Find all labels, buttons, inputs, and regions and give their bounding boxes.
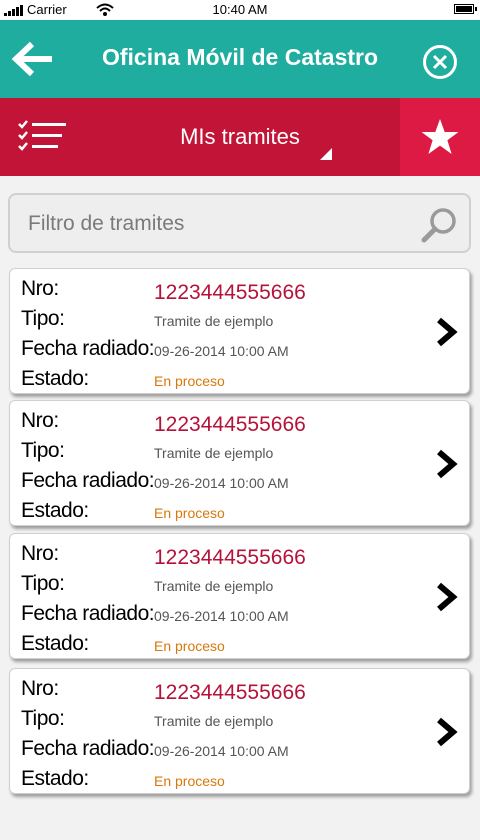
app-header: Oficina Móvil de Catastro (0, 20, 480, 98)
status-time: 10:40 AM (212, 2, 268, 17)
status-bar: Carrier 10:40 AM (0, 0, 480, 20)
nro-value: 1223444555666 (154, 546, 306, 569)
estado-label: Estado: (21, 499, 89, 522)
close-circle-icon[interactable] (422, 44, 458, 80)
fecha-value: 09-26-2014 10:00 AM (154, 743, 289, 759)
tramite-card[interactable]: Nro: Tipo: Fecha radiado: Estado: 122344… (9, 268, 470, 394)
tipo-label: Tipo: (21, 439, 65, 462)
tipo-label: Tipo: (21, 572, 65, 595)
fecha-label: Fecha radiado: (21, 602, 155, 625)
estado-label: Estado: (21, 632, 89, 655)
fecha-value: 09-26-2014 10:00 AM (154, 608, 289, 624)
search-icon[interactable] (421, 206, 459, 244)
tramite-card[interactable]: Nro: Tipo: Fecha radiado: Estado: 122344… (9, 400, 470, 526)
star-icon (421, 119, 459, 154)
estado-value: En proceso (154, 373, 225, 389)
favorites-button[interactable] (400, 98, 480, 176)
nro-label: Nro: (21, 277, 59, 300)
tipo-label: Tipo: (21, 307, 65, 330)
fecha-value: 09-26-2014 10:00 AM (154, 343, 289, 359)
dropdown-triangle-icon[interactable] (320, 148, 332, 160)
tipo-label: Tipo: (21, 707, 65, 730)
fecha-label: Fecha radiado: (21, 737, 155, 760)
tramite-card[interactable]: Nro: Tipo: Fecha radiado: Estado: 122344… (9, 533, 470, 659)
tipo-value: Tramite de ejemplo (154, 445, 274, 461)
nro-label: Nro: (21, 677, 59, 700)
estado-label: Estado: (21, 767, 89, 790)
estado-label: Estado: (21, 367, 89, 390)
fecha-label: Fecha radiado: (21, 469, 155, 492)
battery-icon (454, 4, 477, 14)
nro-label: Nro: (21, 409, 59, 432)
tramites-bar: MIs tramites (0, 98, 480, 176)
nro-value: 1223444555666 (154, 281, 306, 304)
nro-value: 1223444555666 (154, 413, 306, 436)
nro-value: 1223444555666 (154, 681, 306, 704)
arrow-left-icon[interactable] (8, 40, 54, 78)
chevron-right-icon[interactable] (435, 317, 459, 347)
search-box (8, 193, 471, 253)
chevron-right-icon[interactable] (435, 582, 459, 612)
estado-value: En proceso (154, 505, 225, 521)
checklist-icon[interactable] (18, 120, 68, 152)
tramites-title[interactable]: MIs tramites (150, 124, 330, 150)
app-title: Oficina Móvil de Catastro (101, 44, 379, 70)
tramite-card[interactable]: Nro: Tipo: Fecha radiado: Estado: 122344… (9, 668, 470, 794)
fecha-value: 09-26-2014 10:00 AM (154, 475, 289, 491)
nro-label: Nro: (21, 542, 59, 565)
tipo-value: Tramite de ejemplo (154, 578, 274, 594)
chevron-right-icon[interactable] (435, 449, 459, 479)
tipo-value: Tramite de ejemplo (154, 713, 274, 729)
estado-value: En proceso (154, 638, 225, 654)
tipo-value: Tramite de ejemplo (154, 313, 274, 329)
search-input[interactable] (26, 205, 410, 243)
fecha-label: Fecha radiado: (21, 337, 155, 360)
estado-value: En proceso (154, 773, 225, 789)
chevron-right-icon[interactable] (435, 717, 459, 747)
